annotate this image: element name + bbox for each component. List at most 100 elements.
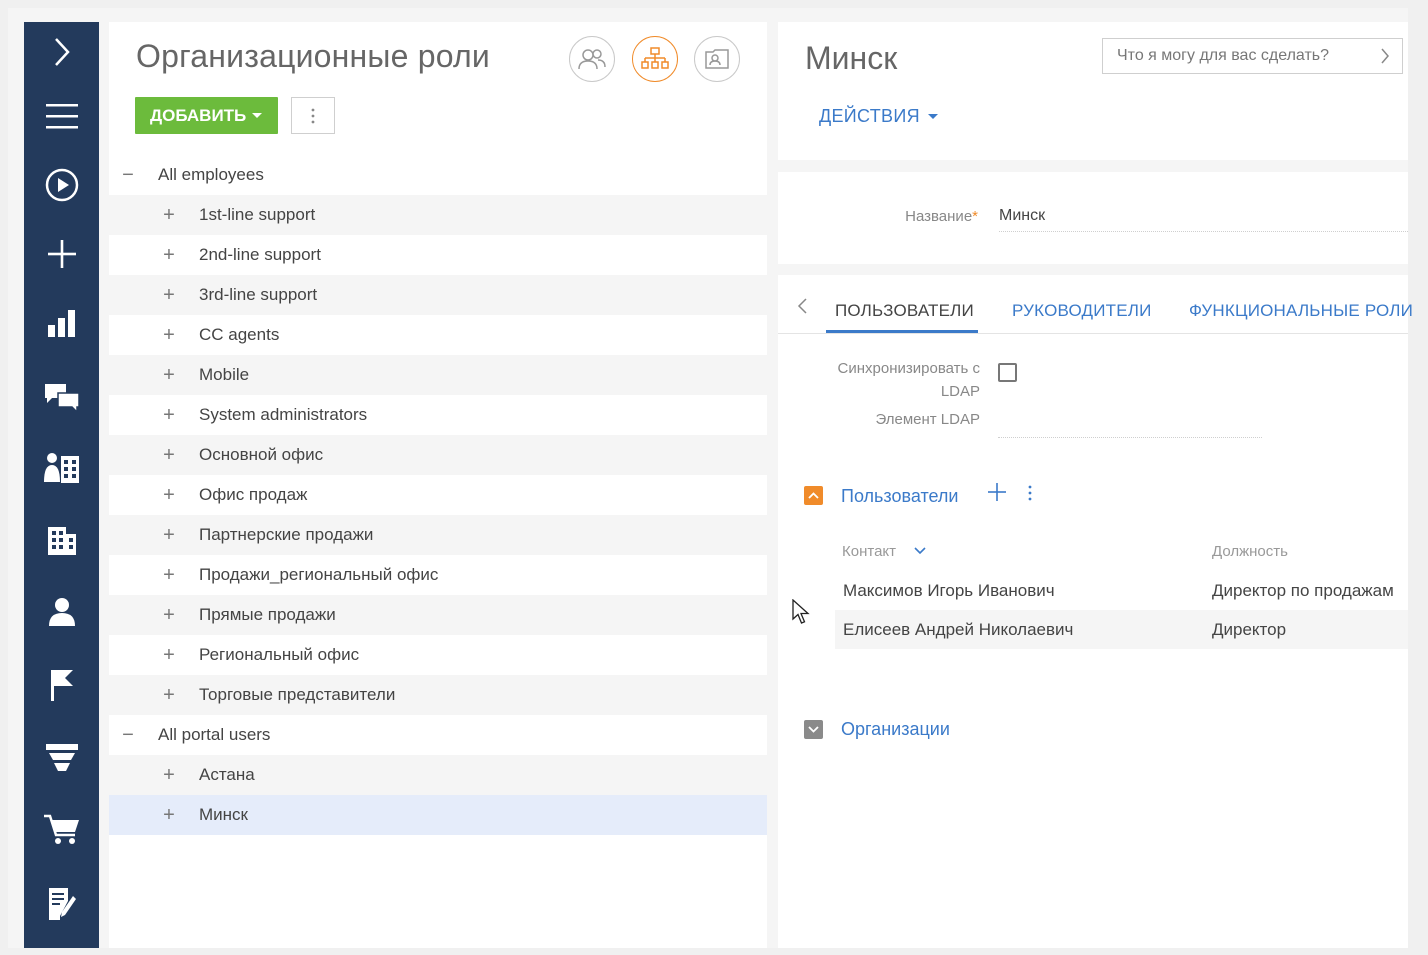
name-label-text: Название xyxy=(905,208,973,225)
expand-toggle-icon[interactable]: + xyxy=(161,685,177,705)
expand-toggle-icon[interactable]: + xyxy=(161,405,177,425)
tab-users[interactable]: ПОЛЬЗОВАТЕЛИ xyxy=(835,301,974,321)
add-button[interactable]: ДОБАВИТЬ xyxy=(135,97,278,134)
tree-item-label: Mobile xyxy=(199,365,250,384)
assistant-command-input[interactable]: Что я могу для вас сделать? xyxy=(1102,38,1403,74)
organizations-section-title[interactable]: Организации xyxy=(841,719,950,740)
tree-item[interactable]: + Mobile xyxy=(109,355,767,395)
expand-toggle-icon[interactable]: + xyxy=(161,485,177,505)
tree-item[interactable]: − All employees xyxy=(109,155,767,195)
id-card-icon xyxy=(705,49,729,69)
name-field-value[interactable]: Минск xyxy=(999,207,1045,225)
menu-icon[interactable] xyxy=(24,86,99,146)
table-row[interactable]: Максимов Игорь Иванович Директор по прод… xyxy=(835,571,1408,610)
expand-toggle-icon[interactable]: + xyxy=(161,285,177,305)
tree-item-label: 3rd-line support xyxy=(199,285,318,304)
tab-bar: ПОЛЬЗОВАТЕЛИ РУКОВОДИТЕЛИ ФУНКЦИОНАЛЬНЫЕ… xyxy=(778,275,1413,334)
functional-roles-view-button[interactable] xyxy=(694,36,740,82)
play-icon[interactable] xyxy=(24,155,99,215)
expand-toggle-icon[interactable]: + xyxy=(161,805,177,825)
org-tree: − All employees +1st-line support +2nd-line… xyxy=(109,155,767,835)
ldap-sync-label-line2: LDAP xyxy=(940,383,980,400)
tree-item[interactable]: − All portal users xyxy=(109,715,767,755)
tree-item[interactable]: +1st-line support xyxy=(109,195,767,235)
expand-orgs-section-icon[interactable] xyxy=(804,720,823,739)
expand-toggle-icon[interactable]: + xyxy=(161,565,177,585)
funnel-icon[interactable] xyxy=(24,728,99,788)
tabs-scroll-left-icon[interactable] xyxy=(796,297,808,315)
org-structure-view-button[interactable] xyxy=(632,36,678,82)
dashboard-chart-icon[interactable] xyxy=(24,293,99,353)
expand-toggle-icon[interactable]: + xyxy=(161,205,177,225)
accounts-org-icon[interactable] xyxy=(24,438,99,498)
tab-managers[interactable]: РУКОВОДИТЕЛИ xyxy=(1012,301,1152,321)
tree-item[interactable]: + System administrators xyxy=(109,395,767,435)
add-user-icon[interactable] xyxy=(988,483,1006,501)
users-section-title[interactable]: Пользователи xyxy=(841,486,958,507)
users-view-button[interactable] xyxy=(569,36,615,82)
collapse-toggle-icon[interactable]: − xyxy=(120,165,136,185)
position-cell: Директор xyxy=(1212,620,1287,639)
expand-toggle-icon[interactable]: + xyxy=(161,765,177,785)
hierarchy-icon xyxy=(641,47,669,69)
cart-icon[interactable] xyxy=(24,799,99,859)
contact-person-icon[interactable] xyxy=(24,582,99,642)
tab-functional-roles[interactable]: ФУНКЦИОНАЛЬНЫЕ РОЛИ xyxy=(1189,301,1413,321)
table-row[interactable]: Елисеев Андрей Николаевич Директор xyxy=(835,610,1408,649)
tree-item[interactable]: + Прямые продажи xyxy=(109,595,767,635)
notes-edit-icon[interactable] xyxy=(24,874,99,934)
expand-toggle-icon[interactable]: + xyxy=(161,245,177,265)
tree-item-label: Офис продаж xyxy=(199,485,308,504)
ldap-sync-label-line1: Синхронизировать с xyxy=(837,360,980,377)
tree-item[interactable]: + Астана xyxy=(109,755,767,795)
collapse-users-section-icon[interactable] xyxy=(804,486,823,505)
expand-nav-icon[interactable] xyxy=(24,22,99,82)
expand-toggle-icon[interactable]: + xyxy=(161,365,177,385)
tree-item[interactable]: +3rd-line support xyxy=(109,275,767,315)
expand-toggle-icon[interactable]: + xyxy=(161,605,177,625)
record-fields: Название* Минск xyxy=(778,172,1408,264)
column-header-contact[interactable]: Контакт xyxy=(842,543,896,560)
tree-item[interactable]: + Торговые представители xyxy=(109,675,767,715)
position-cell: Директор по продажам xyxy=(1212,581,1394,600)
building-icon[interactable] xyxy=(24,511,99,571)
expand-toggle-icon[interactable]: + xyxy=(161,325,177,345)
expand-toggle-icon[interactable]: + xyxy=(161,445,177,465)
chat-icon[interactable] xyxy=(24,367,99,427)
contact-cell: Елисеев Андрей Николаевич xyxy=(843,620,1074,639)
users-section-menu-icon[interactable] xyxy=(1028,485,1032,501)
active-tab-indicator xyxy=(826,330,978,333)
page-title: Организационные роли xyxy=(136,38,490,74)
tree-item[interactable]: + Офис продаж xyxy=(109,475,767,515)
column-header-position[interactable]: Должность xyxy=(1212,543,1288,560)
ldap-element-field[interactable] xyxy=(998,437,1262,438)
sort-chevron-down-icon[interactable] xyxy=(914,547,926,555)
tree-item[interactable]: + Продажи_региональный офис xyxy=(109,555,767,595)
main-nav xyxy=(24,22,99,948)
more-actions-button[interactable] xyxy=(291,97,335,134)
tree-item-label: Региональный офис xyxy=(199,645,360,664)
expand-toggle-icon[interactable]: + xyxy=(161,645,177,665)
name-field-underline xyxy=(999,231,1408,232)
collapse-toggle-icon[interactable]: − xyxy=(120,725,136,745)
tree-item-label: Продажи_региональный офис xyxy=(199,565,439,584)
actions-menu-button[interactable]: ДЕЙСТВИЯ xyxy=(819,106,938,127)
ldap-sync-checkbox[interactable] xyxy=(998,363,1017,382)
org-roles-panel: Организационные роли ДОБАВИТЬ − All emplo… xyxy=(109,22,767,948)
ldap-sync-label: Синхронизировать с LDAP xyxy=(838,357,980,403)
add-button-label: ДОБАВИТЬ xyxy=(150,105,247,125)
flag-icon[interactable] xyxy=(24,655,99,715)
tree-item[interactable]: + Партнерские продажи xyxy=(109,515,767,555)
tree-item[interactable]: + Региональный офис xyxy=(109,635,767,675)
tree-item[interactable]: + CC agents xyxy=(109,315,767,355)
assistant-command-placeholder: Что я могу для вас сделать? xyxy=(1117,47,1330,64)
tree-item[interactable]: + Основной офис xyxy=(109,435,767,475)
chevron-down-icon xyxy=(927,114,938,119)
record-title: Минск xyxy=(805,40,898,76)
tree-item[interactable]: + Минск xyxy=(109,795,767,835)
tree-item[interactable]: +2nd-line support xyxy=(109,235,767,275)
expand-toggle-icon[interactable]: + xyxy=(161,525,177,545)
chevron-right-icon[interactable] xyxy=(1380,47,1390,65)
add-icon[interactable] xyxy=(24,224,99,284)
tree-item-label: Партнерские продажи xyxy=(199,525,374,544)
